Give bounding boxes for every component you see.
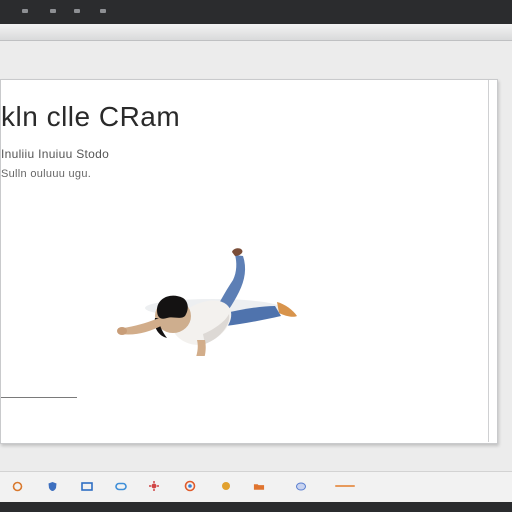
bottom-edge <box>0 502 512 512</box>
cloud-icon[interactable] <box>295 480 307 492</box>
circle-icon[interactable] <box>11 480 23 492</box>
panel-divider[interactable] <box>488 80 489 442</box>
window-titlebar <box>0 0 512 24</box>
slide-subtitle: Inuliiu Inuiuu Stodo <box>1 147 110 161</box>
slide-title: kln clle CRam <box>1 101 181 132</box>
menu-icon[interactable] <box>50 9 56 13</box>
slide-caption: Sulln ouluuu ugu. <box>1 168 92 180</box>
window-icon[interactable] <box>81 480 93 492</box>
chat-icon[interactable] <box>115 480 127 492</box>
ribbon-toolbar[interactable] <box>0 24 512 41</box>
menu-icon[interactable] <box>100 9 106 13</box>
folder-icon[interactable] <box>253 480 265 492</box>
status-icon[interactable] <box>334 480 356 492</box>
dot-icon[interactable] <box>220 480 232 492</box>
menu-icon[interactable] <box>74 9 80 13</box>
settings-icon[interactable] <box>148 480 160 492</box>
slide-divider <box>1 397 77 398</box>
shield-icon[interactable] <box>46 480 58 492</box>
slide-canvas[interactable]: kln clle CRam Inuliiu Inuiuu Stodo Sulln… <box>0 79 498 444</box>
child-lying-image <box>117 248 297 356</box>
taskbar <box>0 471 512 502</box>
browser-icon[interactable] <box>184 480 196 492</box>
menu-icon[interactable] <box>22 9 28 13</box>
